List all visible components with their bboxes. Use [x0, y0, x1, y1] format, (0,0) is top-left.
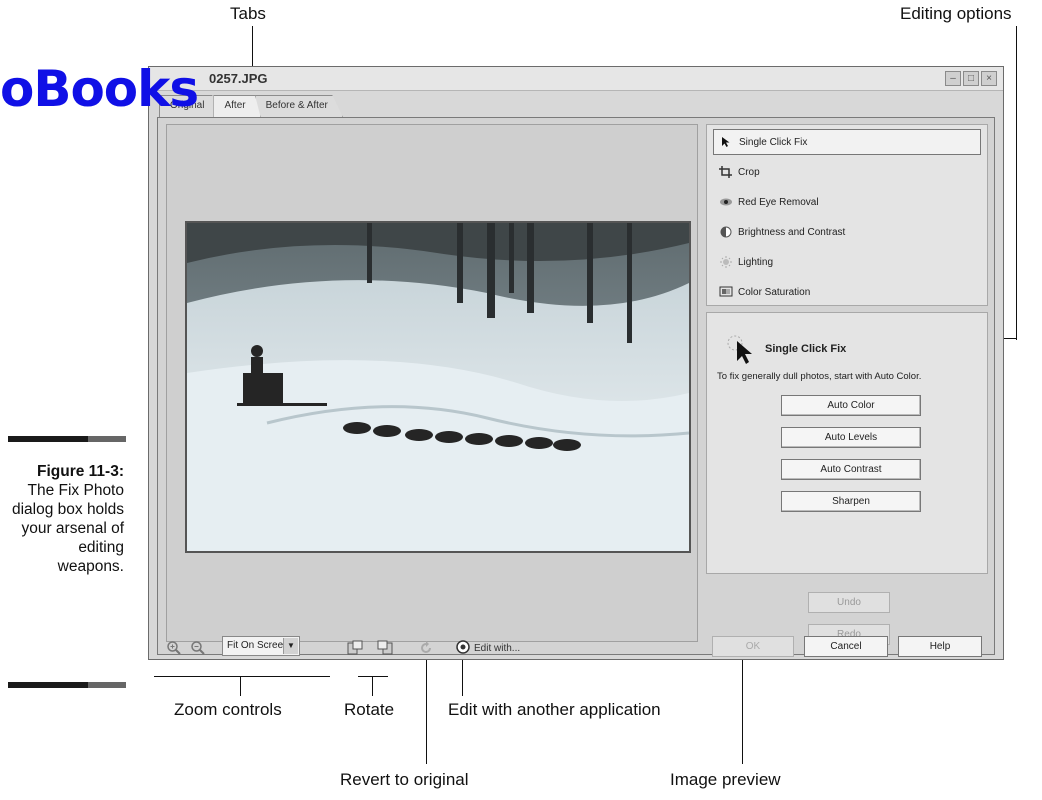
- image-preview: [185, 221, 691, 553]
- callout-tabs: Tabs: [230, 4, 266, 23]
- panel-description: To fix generally dull photos, start with…: [717, 371, 922, 382]
- leader-line: [462, 656, 463, 696]
- zoom-select-value: Fit On Screen: [227, 640, 289, 651]
- leader-line: [154, 676, 330, 677]
- caption-rule-top: [8, 436, 126, 442]
- caption-rule-bottom: [8, 682, 126, 688]
- close-icon[interactable]: ×: [981, 71, 997, 86]
- auto-color-button[interactable]: Auto Color: [781, 395, 921, 416]
- edit-with-label: Edit with...: [474, 642, 521, 654]
- fix-photo-dialog: 0257.JPG – □ × Original After Before & A…: [148, 66, 1004, 660]
- help-button[interactable]: Help: [898, 636, 982, 657]
- brightness-icon: [719, 226, 733, 238]
- crop-icon: [719, 166, 733, 178]
- editing-options-panel: Single Click Fix Crop Red Eye Removal Br…: [706, 124, 988, 306]
- leader-line: [1004, 338, 1017, 339]
- maximize-icon[interactable]: □: [963, 71, 979, 86]
- undo-button[interactable]: Undo: [808, 592, 890, 613]
- eye-icon: [719, 196, 733, 208]
- callout-edit-with-another: Edit with another application: [448, 700, 661, 719]
- panel-title: Single Click Fix: [765, 343, 847, 355]
- zoom-in-icon[interactable]: [166, 638, 182, 658]
- color-saturation-icon: [719, 286, 733, 298]
- rotate-right-icon[interactable]: [376, 638, 394, 658]
- leader-line: [240, 676, 241, 696]
- auto-levels-button[interactable]: Auto Levels: [781, 427, 921, 448]
- edit-with-icon: [456, 639, 470, 657]
- zoom-select[interactable]: Fit On Screen ▼: [222, 636, 300, 656]
- callout-zoom-controls: Zoom controls: [174, 700, 282, 719]
- minimize-icon[interactable]: –: [945, 71, 961, 86]
- callout-editing-options: Editing options: [900, 4, 1012, 23]
- ok-button[interactable]: OK: [712, 636, 794, 657]
- leader-line: [1016, 26, 1017, 340]
- image-preview-area: [166, 124, 698, 642]
- figure-number: Figure 11-3:: [37, 463, 124, 480]
- option-color-saturation[interactable]: Color Saturation: [713, 279, 981, 305]
- large-cursor-icon: [725, 333, 755, 365]
- cancel-button[interactable]: Cancel: [804, 636, 888, 657]
- single-click-fix-panel: Single Click Fix To fix generally dull p…: [706, 312, 988, 574]
- leader-line: [426, 656, 427, 764]
- option-label: Color Saturation: [738, 286, 811, 298]
- option-label: Red Eye Removal: [738, 196, 819, 208]
- option-label: Single Click Fix: [739, 136, 808, 148]
- option-brightness-contrast[interactable]: Brightness and Contrast: [713, 219, 981, 245]
- watermark-text: oBooks: [0, 60, 199, 118]
- figure-caption-text: The Fix Photo dialog box holds your arse…: [11, 482, 124, 575]
- leader-line: [358, 676, 388, 677]
- dialog-content: Single Click Fix Crop Red Eye Removal Br…: [157, 117, 995, 655]
- option-lighting[interactable]: Lighting: [713, 249, 981, 275]
- window-title: 0257.JPG: [209, 71, 268, 86]
- title-bar: 0257.JPG – □ ×: [149, 67, 1003, 91]
- option-label: Crop: [738, 166, 760, 178]
- sharpen-button[interactable]: Sharpen: [781, 491, 921, 512]
- callout-image-preview: Image preview: [670, 770, 781, 789]
- option-red-eye-removal[interactable]: Red Eye Removal: [713, 189, 981, 215]
- tab-before-after[interactable]: Before & After: [254, 95, 343, 117]
- photo-illustration: [187, 223, 689, 551]
- callout-rotate: Rotate: [344, 700, 395, 719]
- revert-icon[interactable]: [418, 638, 434, 658]
- edit-with-button[interactable]: Edit with...: [456, 638, 520, 658]
- window-controls: – □ ×: [945, 71, 997, 86]
- callout-revert: Revert to original: [340, 770, 469, 789]
- zoom-out-icon[interactable]: [190, 638, 206, 658]
- chevron-down-icon[interactable]: ▼: [283, 638, 298, 654]
- option-single-click-fix[interactable]: Single Click Fix: [713, 129, 981, 155]
- option-label: Brightness and Contrast: [738, 226, 846, 238]
- cursor-icon: [720, 136, 734, 148]
- leader-line: [372, 676, 373, 696]
- auto-contrast-button[interactable]: Auto Contrast: [781, 459, 921, 480]
- rotate-left-icon[interactable]: [346, 638, 364, 658]
- sun-icon: [719, 256, 733, 268]
- option-crop[interactable]: Crop: [713, 159, 981, 185]
- figure-caption: Figure 11-3: The Fix Photo dialog box ho…: [8, 462, 124, 576]
- tab-after[interactable]: After: [213, 95, 261, 117]
- option-label: Lighting: [738, 256, 774, 268]
